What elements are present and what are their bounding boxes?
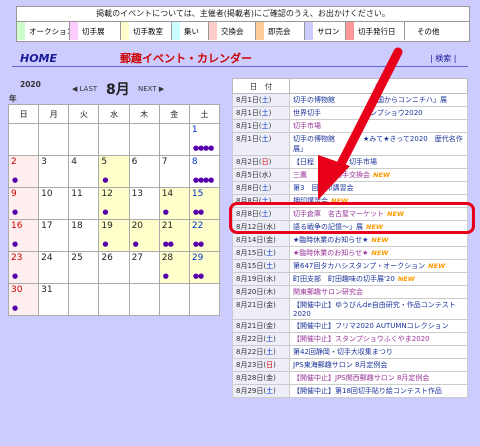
red-arrow-icon — [318, 47, 403, 200]
